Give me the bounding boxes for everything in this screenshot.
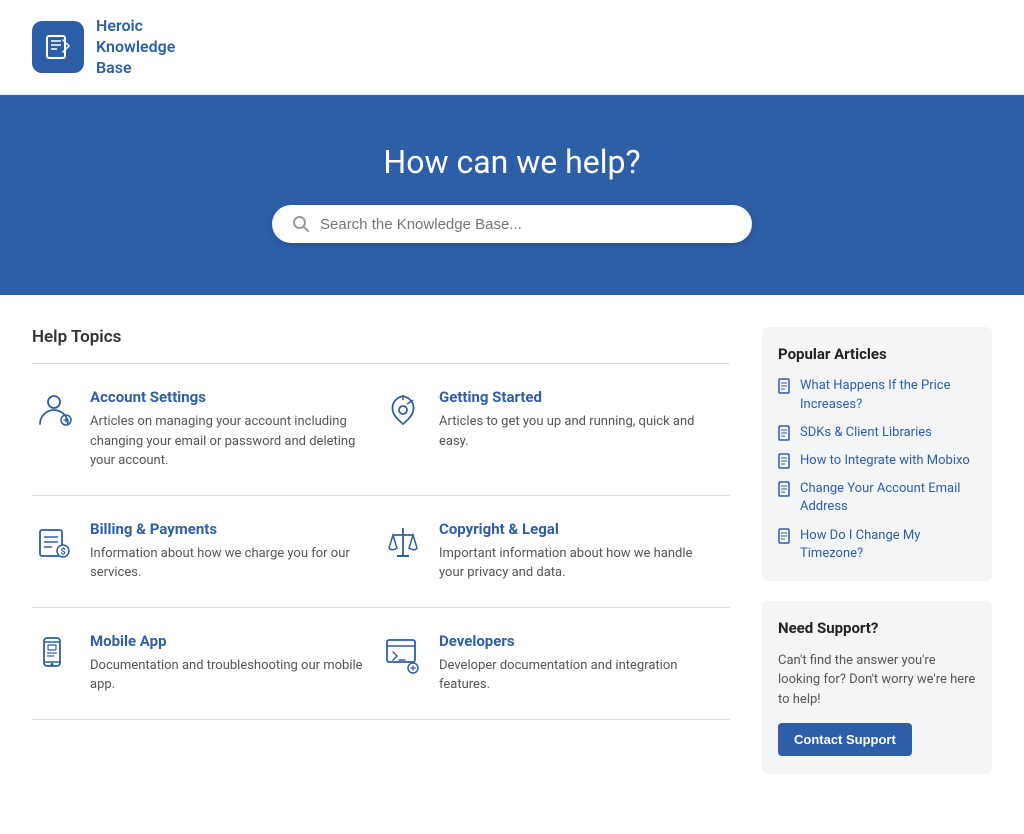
doc-icon-3 — [778, 481, 792, 497]
doc-icon-4 — [778, 528, 792, 544]
account-settings-text: Account Settings Articles on managing yo… — [90, 388, 365, 471]
popular-article-4[interactable]: How Do I Change My Timezone? — [778, 527, 976, 563]
popular-article-3[interactable]: Change Your Account Email Address — [778, 480, 976, 516]
getting-started-desc: Articles to get you up and running, quic… — [439, 412, 714, 451]
topics-heading: Help Topics — [32, 327, 730, 347]
mobile-desc: Documentation and troubleshooting our mo… — [90, 656, 365, 695]
search-icon — [292, 215, 310, 233]
support-desc: Can't find the answer you're looking for… — [778, 651, 976, 710]
topics-section: Help Topics Account Settings Articles on… — [32, 327, 730, 794]
hero-section: How can we help? — [0, 95, 1024, 295]
mobile-icon — [32, 632, 76, 676]
support-card: Need Support? Can't find the answer you'… — [762, 601, 992, 775]
account-settings-desc: Articles on managing your account includ… — [90, 412, 365, 471]
search-wrap — [32, 205, 992, 243]
support-title: Need Support? — [778, 619, 976, 637]
topic-item-account-settings[interactable]: Account Settings Articles on managing yo… — [32, 364, 381, 496]
popular-article-0[interactable]: What Happens If the Price Increases? — [778, 377, 976, 413]
legal-icon — [381, 520, 425, 564]
developers-desc: Developer documentation and integration … — [439, 656, 714, 695]
billing-name: Billing & Payments — [90, 520, 365, 538]
mobile-text: Mobile App Documentation and troubleshoo… — [90, 632, 365, 695]
topic-item-developers[interactable]: Developers Developer documentation and i… — [381, 608, 730, 720]
getting-started-icon — [381, 388, 425, 432]
hero-title: How can we help? — [32, 143, 992, 181]
account-settings-name: Account Settings — [90, 388, 365, 406]
popular-articles-list: What Happens If the Price Increases? SDK… — [778, 377, 976, 563]
popular-articles-title: Popular Articles — [778, 345, 976, 363]
legal-desc: Important information about how we handl… — [439, 544, 714, 583]
legal-name: Copyright & Legal — [439, 520, 714, 538]
logo-title: HeroicKnowledgeBase — [96, 16, 175, 78]
popular-article-1[interactable]: SDKs & Client Libraries — [778, 424, 976, 442]
search-bar — [272, 205, 752, 243]
doc-icon-0 — [778, 378, 792, 394]
topic-item-billing[interactable]: $ Billing & Payments Information about h… — [32, 496, 381, 608]
topic-item-getting-started[interactable]: Getting Started Articles to get you up a… — [381, 364, 730, 496]
doc-icon-2 — [778, 453, 792, 469]
topic-item-mobile[interactable]: Mobile App Documentation and troubleshoo… — [32, 608, 381, 720]
topic-item-legal[interactable]: Copyright & Legal Important information … — [381, 496, 730, 608]
header: HeroicKnowledgeBase — [0, 0, 1024, 95]
doc-icon-1 — [778, 425, 792, 441]
svg-text:$: $ — [61, 546, 66, 557]
popular-articles-card: Popular Articles What Happens If the Pri… — [762, 327, 992, 581]
topic-grid: Account Settings Articles on managing yo… — [32, 364, 730, 720]
account-settings-icon — [32, 388, 76, 432]
developers-text: Developers Developer documentation and i… — [439, 632, 714, 695]
billing-desc: Information about how we charge you for … — [90, 544, 365, 583]
popular-article-2[interactable]: How to Integrate with Mobixo — [778, 452, 976, 470]
search-input[interactable] — [320, 216, 732, 233]
mobile-name: Mobile App — [90, 632, 365, 650]
main-content: Help Topics Account Settings Articles on… — [0, 295, 1024, 834]
logo-icon-wrap — [32, 21, 84, 73]
billing-text: Billing & Payments Information about how… — [90, 520, 365, 583]
book-icon — [43, 32, 73, 62]
sidebar: Popular Articles What Happens If the Pri… — [762, 327, 992, 794]
getting-started-text: Getting Started Articles to get you up a… — [439, 388, 714, 451]
billing-icon: $ — [32, 520, 76, 564]
developers-name: Developers — [439, 632, 714, 650]
getting-started-name: Getting Started — [439, 388, 714, 406]
logo[interactable]: HeroicKnowledgeBase — [32, 16, 175, 78]
legal-text: Copyright & Legal Important information … — [439, 520, 714, 583]
developers-icon — [381, 632, 425, 676]
contact-support-button[interactable]: Contact Support — [778, 723, 912, 756]
